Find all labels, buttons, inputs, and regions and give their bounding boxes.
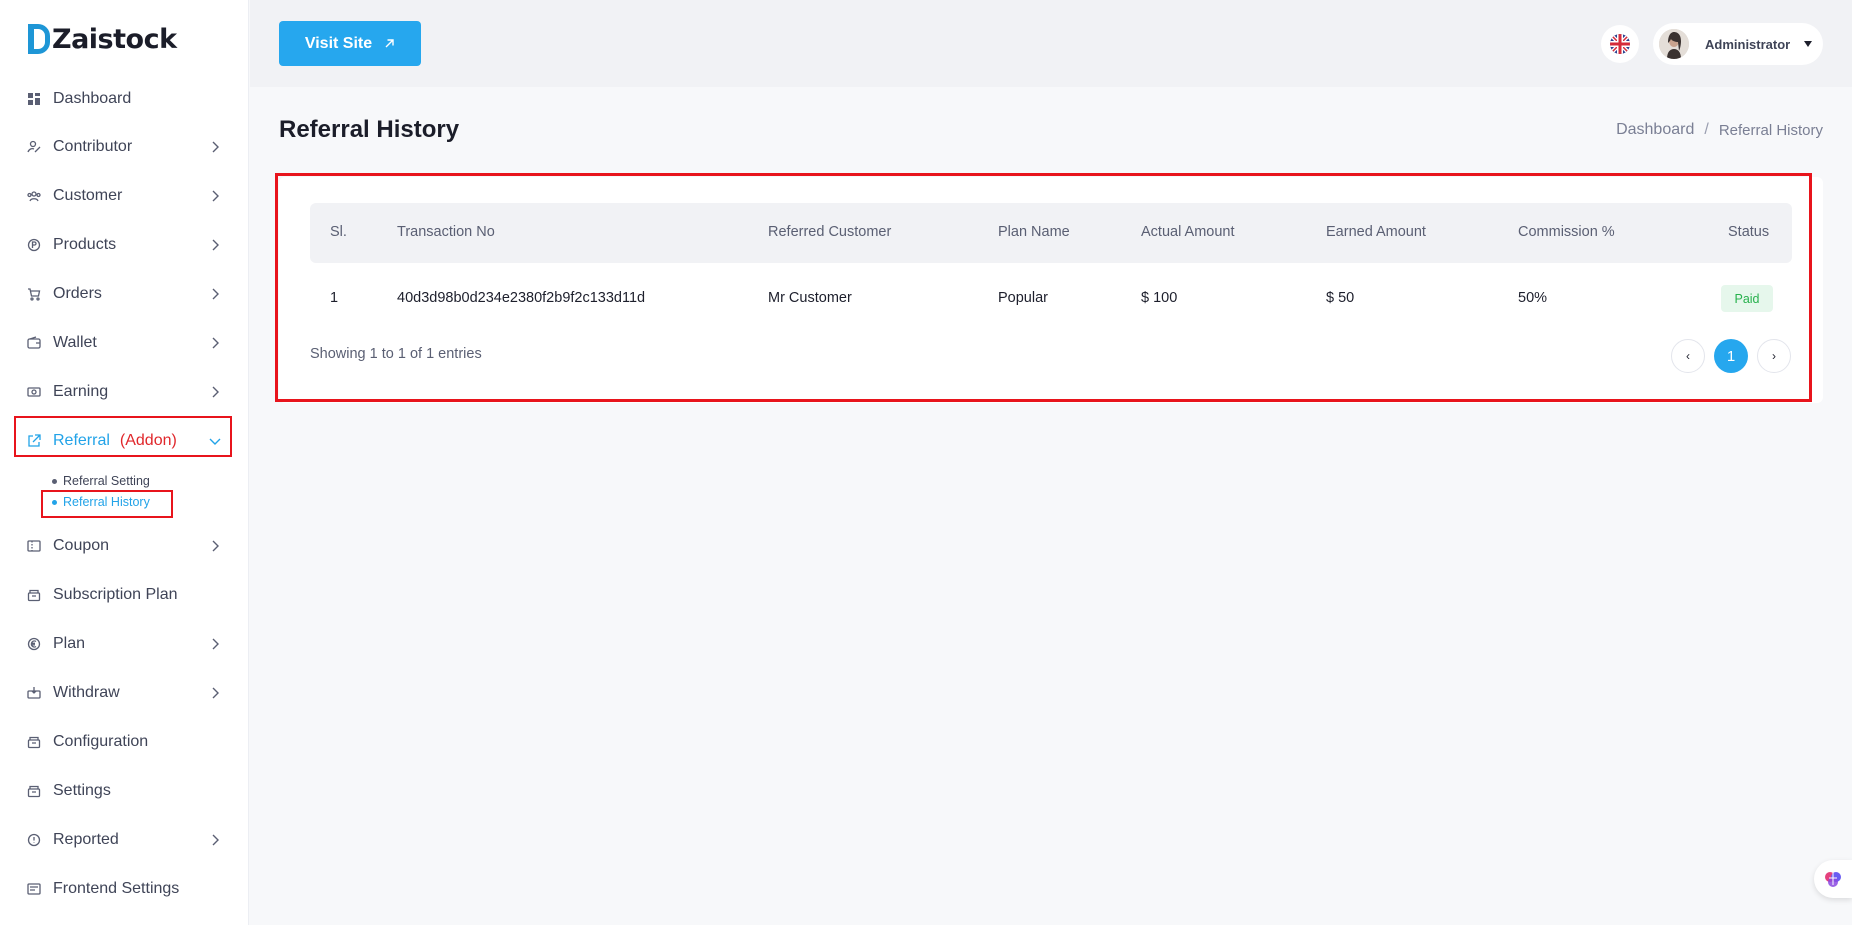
contributor-icon: [26, 139, 42, 155]
money-icon: [26, 384, 42, 400]
sidebar-subitem-referral-setting[interactable]: Referral Setting: [52, 472, 150, 490]
sidebar-item-coupon[interactable]: Coupon: [14, 526, 231, 566]
breadcrumb: Dashboard / Referral History: [1616, 121, 1823, 139]
sidebar-item-frontend-settings[interactable]: Frontend Settings: [14, 869, 231, 909]
breadcrumb-separator: /: [1704, 121, 1709, 138]
brand-name: Zaistock: [52, 23, 177, 55]
sidebar-item-earning[interactable]: Earning: [14, 372, 231, 412]
sidebar-item-label: Withdraw: [53, 684, 120, 701]
caret-down-icon: [1804, 41, 1813, 47]
sidebar-item-label: Coupon: [53, 537, 110, 554]
brain-icon: [1825, 872, 1841, 887]
avatar: [1659, 29, 1689, 59]
dashboard-icon: [26, 91, 42, 107]
visit-site-button[interactable]: Visit Site: [279, 21, 421, 66]
sidebar-item-withdraw[interactable]: Withdraw: [14, 673, 231, 713]
products-icon: [26, 237, 42, 253]
sidebar-item-orders[interactable]: Orders: [14, 274, 231, 314]
sidebar-item-label: Settings: [53, 782, 111, 799]
sidebar-item-label: Frontend Settings: [53, 880, 180, 897]
frontend-icon: [26, 881, 42, 897]
chevron-right-icon: [212, 141, 219, 153]
sidebar-item-label: Customer: [53, 187, 123, 204]
withdraw-icon: [26, 685, 42, 701]
sidebar: Zaistock Dashboard Contributor Customer: [0, 0, 249, 925]
chevron-right-icon: [212, 540, 219, 552]
highlight-box: [14, 416, 232, 457]
sidebar-item-label: Reported: [53, 831, 119, 848]
config-icon: [26, 734, 42, 750]
sidebar-item-configuration[interactable]: Configuration: [14, 722, 231, 762]
chevron-right-icon: [212, 687, 219, 699]
page-title: Referral History: [279, 116, 460, 143]
wallet-icon: [26, 335, 42, 351]
sidebar-item-wallet[interactable]: Wallet: [14, 323, 231, 363]
sidebar-item-customer[interactable]: Customer: [14, 176, 231, 216]
language-button[interactable]: [1601, 25, 1639, 63]
breadcrumb-current: Referral History: [1718, 121, 1823, 139]
brand-logo[interactable]: Zaistock: [28, 22, 177, 56]
chevron-right-icon: [212, 337, 219, 349]
chevron-right-icon: [212, 288, 219, 300]
chevron-right-icon: [212, 190, 219, 202]
sidebar-item-products[interactable]: Products: [14, 225, 231, 265]
sidebar-item-label: Configuration: [53, 733, 149, 750]
user-name: Administrator: [1705, 36, 1791, 52]
info-icon: [26, 832, 42, 848]
sidebar-item-label: Wallet: [53, 334, 97, 351]
highlight-box: [275, 173, 1812, 402]
customer-icon: [26, 188, 42, 204]
sidebar-item-label: Products: [53, 236, 117, 253]
user-menu-button[interactable]: Administrator: [1653, 23, 1823, 65]
chevron-right-icon: [212, 239, 219, 251]
cart-icon: [26, 286, 42, 302]
sidebar-item-dashboard[interactable]: Dashboard: [14, 79, 231, 119]
chevron-right-icon: [212, 386, 219, 398]
breadcrumb-dashboard-link[interactable]: Dashboard: [1616, 121, 1694, 139]
sidebar-subitem-label: Referral Setting: [63, 474, 150, 488]
external-link-icon: [385, 39, 394, 48]
coupon-icon: [26, 538, 42, 554]
highlight-box: [41, 490, 173, 518]
sidebar-item-label: Orders: [53, 285, 102, 302]
sidebar-item-subscription-plan[interactable]: Subscription Plan: [14, 575, 231, 615]
euro-icon: [26, 636, 42, 652]
sidebar-item-reported[interactable]: Reported: [14, 820, 231, 860]
sidebar-item-contributor[interactable]: Contributor: [14, 127, 231, 167]
ai-assistant-button[interactable]: [1814, 860, 1852, 898]
box-icon: [26, 587, 42, 603]
chevron-right-icon: [212, 638, 219, 650]
sidebar-item-settings[interactable]: Settings: [14, 771, 231, 811]
sidebar-item-label: Subscription Plan: [53, 586, 178, 603]
visit-site-label: Visit Site: [304, 34, 373, 52]
settings-icon: [26, 783, 42, 799]
logo-icon: [28, 24, 50, 54]
sidebar-item-plan[interactable]: Plan: [14, 624, 231, 664]
sidebar-item-label: Dashboard: [53, 90, 132, 107]
uk-flag-icon: [1610, 34, 1630, 54]
chevron-right-icon: [212, 834, 219, 846]
sidebar-item-label: Plan: [53, 635, 86, 652]
bullet-icon: [52, 478, 57, 484]
sidebar-item-label: Earning: [53, 383, 109, 400]
sidebar-item-label: Contributor: [53, 138, 133, 155]
